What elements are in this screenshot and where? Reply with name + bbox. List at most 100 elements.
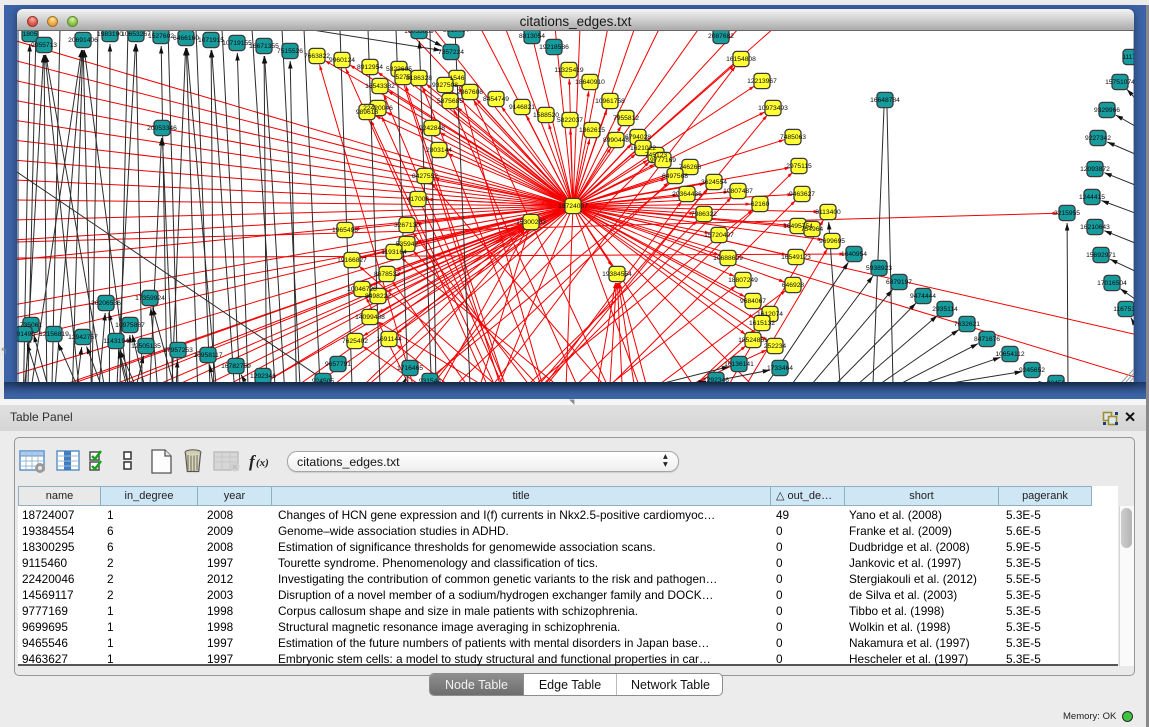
svg-text:15720407: 15720407 — [704, 232, 734, 239]
svg-text:9684067: 9684067 — [740, 298, 766, 305]
svg-text:16033809: 16033809 — [404, 31, 434, 35]
svg-text:16549123: 16549123 — [781, 254, 811, 261]
svg-text:10654112: 10654112 — [995, 351, 1025, 358]
svg-text:7663822: 7663822 — [304, 53, 330, 60]
svg-text:16543382: 16543382 — [365, 83, 395, 90]
svg-text:7632621: 7632621 — [954, 321, 980, 328]
svg-text:12093872: 12093872 — [1080, 166, 1110, 173]
svg-text:6879197: 6879197 — [886, 279, 912, 286]
svg-text:7357224: 7357224 — [438, 49, 464, 56]
svg-text:18724007: 18724007 — [558, 203, 588, 210]
svg-text:20206536: 20206536 — [91, 300, 121, 307]
svg-text:19166827: 19166827 — [337, 257, 367, 264]
svg-text:6497568: 6497568 — [662, 173, 688, 180]
svg-text:12213967: 12213967 — [747, 78, 777, 85]
svg-text:(x): (x) — [256, 457, 269, 469]
svg-text:7515526: 7515526 — [277, 48, 303, 55]
svg-text:1691144: 1691144 — [376, 336, 402, 343]
svg-text:1640954: 1640954 — [841, 251, 867, 258]
svg-text:9055713: 9055713 — [31, 42, 57, 49]
svg-text:15751074: 15751074 — [1105, 79, 1134, 86]
svg-text:12505135: 12505135 — [131, 343, 161, 350]
svg-text:7625402: 7625402 — [342, 338, 368, 345]
svg-text:2803144: 2803144 — [426, 147, 452, 154]
svg-text:7955812: 7955812 — [613, 115, 639, 122]
svg-text:2087682: 2087682 — [708, 33, 734, 40]
svg-text:8471676: 8471676 — [974, 336, 1000, 343]
svg-text:10688609: 10688609 — [713, 255, 743, 262]
svg-text:10046728: 10046728 — [347, 286, 377, 293]
svg-text:417006: 417006 — [407, 196, 430, 203]
svg-text:10719155: 10719155 — [222, 40, 252, 47]
svg-text:3267130: 3267130 — [394, 222, 420, 229]
svg-text:1621022: 1621022 — [630, 145, 656, 152]
svg-text:535942: 535942 — [396, 241, 419, 248]
svg-text:5875685: 5875685 — [437, 98, 463, 105]
svg-text:62160: 62160 — [751, 201, 770, 208]
svg-text:10653267: 10653267 — [121, 31, 151, 38]
svg-text:1965498: 1965498 — [332, 227, 358, 234]
svg-text:14099488: 14099488 — [355, 314, 385, 321]
svg-text:16671355: 16671355 — [249, 43, 279, 50]
svg-text:1612074: 1612074 — [757, 311, 783, 318]
svg-text:8498222: 8498222 — [365, 293, 391, 300]
svg-text:1615132: 1615132 — [749, 320, 775, 327]
svg-text:16648784: 16648784 — [870, 97, 900, 104]
svg-text:19384554: 19384554 — [602, 271, 632, 278]
svg-text:1244415: 1244415 — [1079, 194, 1105, 201]
svg-text:10807487: 10807487 — [723, 188, 753, 195]
svg-text:2367608: 2367608 — [457, 89, 483, 96]
svg-text:746266: 746266 — [679, 164, 702, 171]
svg-text:20364436: 20364436 — [672, 191, 702, 198]
svg-text:10958117: 10958117 — [193, 352, 223, 359]
svg-text:9657791: 9657791 — [325, 361, 351, 368]
svg-text:20053346: 20053346 — [147, 125, 177, 132]
svg-text:15692971: 15692971 — [1086, 252, 1116, 259]
svg-text:9463627: 9463627 — [789, 191, 815, 198]
svg-text:17016504: 17016504 — [1097, 280, 1127, 287]
svg-text:12942757: 12942757 — [68, 334, 98, 341]
svg-text:8678533: 8678533 — [374, 271, 400, 278]
svg-text:1167533: 1167533 — [1113, 306, 1134, 313]
svg-text:1071915: 1071915 — [198, 37, 224, 44]
svg-text:19218586: 19218586 — [539, 44, 569, 51]
svg-text:8912954: 8912954 — [357, 64, 383, 71]
svg-text:9242848: 9242848 — [419, 125, 445, 132]
svg-text:8813054: 8813054 — [443, 31, 469, 34]
svg-text:1546: 1546 — [450, 75, 465, 82]
svg-text:9329966: 9329966 — [1094, 107, 1120, 114]
svg-text:391496: 391496 — [17, 331, 35, 338]
svg-text:1805: 1805 — [23, 31, 38, 38]
svg-text:9227342: 9227342 — [1085, 135, 1111, 142]
svg-text:8186328: 8186328 — [406, 75, 432, 82]
svg-text:10961758: 10961758 — [595, 98, 625, 105]
svg-text:9245652: 9245652 — [1019, 367, 1045, 374]
svg-text:8113400: 8113400 — [815, 209, 841, 216]
svg-text:735061: 735061 — [20, 322, 43, 329]
svg-text:16782759: 16782759 — [221, 363, 251, 370]
svg-text:1292346: 1292346 — [250, 373, 276, 380]
svg-text:6794028: 6794028 — [625, 134, 651, 141]
svg-text:646928: 646928 — [782, 282, 805, 289]
svg-text:18640910: 18640910 — [575, 79, 605, 86]
svg-text:10973493: 10973493 — [758, 105, 788, 112]
svg-text:5938923: 5938923 — [866, 265, 892, 272]
svg-text:19300293: 19300293 — [516, 219, 546, 226]
svg-text:9777169: 9777169 — [650, 157, 676, 164]
svg-text:17957253: 17957253 — [163, 347, 193, 354]
svg-text:17359924: 17359924 — [135, 295, 165, 302]
svg-text:1716465: 1716465 — [397, 365, 423, 372]
svg-text:252234: 252234 — [764, 343, 787, 350]
svg-text:1983190: 1983190 — [97, 31, 123, 38]
svg-text:9960124: 9960124 — [329, 57, 355, 64]
svg-text:1362615: 1362615 — [579, 127, 605, 134]
svg-text:18807249: 18807249 — [728, 277, 758, 284]
svg-text:7485063: 7485063 — [780, 134, 806, 141]
svg-text:10975867: 10975867 — [115, 322, 145, 329]
svg-text:9474444: 9474444 — [910, 293, 936, 300]
svg-text:2975115: 2975115 — [786, 163, 812, 170]
svg-text:2935114: 2935114 — [932, 306, 958, 313]
svg-text:16154808: 16154808 — [726, 56, 756, 63]
svg-text:3624554: 3624554 — [701, 179, 727, 186]
svg-text:9327508: 9327508 — [432, 82, 458, 89]
